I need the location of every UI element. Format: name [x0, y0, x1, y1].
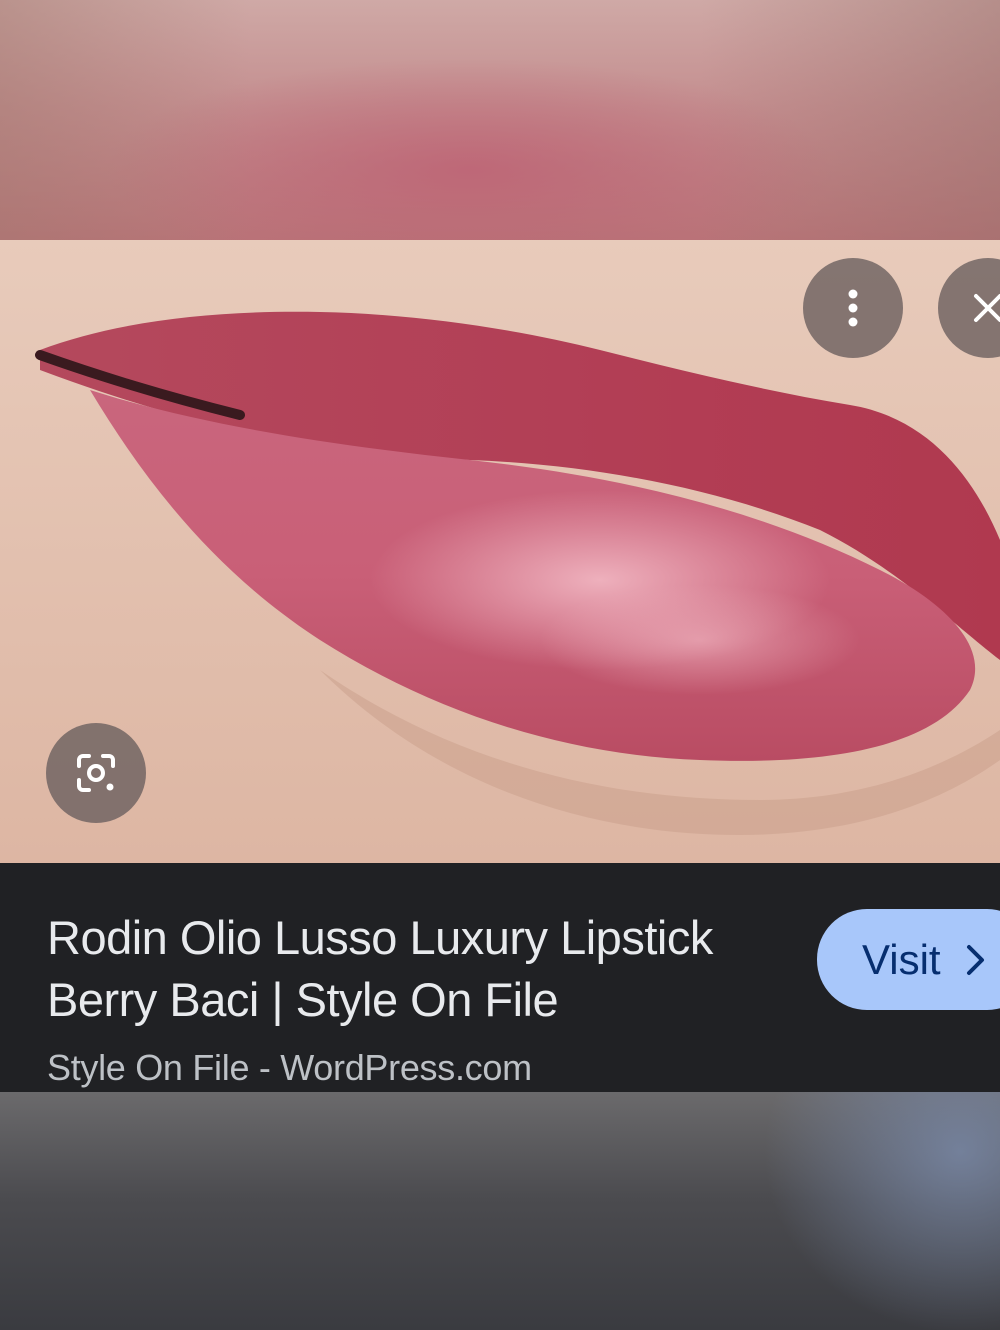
google-lens-icon — [77, 754, 115, 792]
chevron-right-icon — [966, 944, 984, 975]
result-title-line-2: Berry Baci | Style On File — [47, 973, 559, 1026]
result-source: Style On File - WordPress.com — [47, 1047, 532, 1088]
google-lens-button[interactable] — [46, 723, 146, 823]
result-title[interactable]: Rodin Olio Lusso Luxury Lipstick Berry B… — [47, 907, 807, 1031]
visit-button[interactable]: Visit — [817, 909, 1000, 1010]
blurred-background-bottom — [0, 1092, 1000, 1330]
more-vert-icon — [848, 289, 858, 327]
more-options-button[interactable] — [803, 258, 903, 358]
blurred-background-top — [0, 0, 1000, 240]
result-title-line-1: Rodin Olio Lusso Luxury Lipstick — [47, 911, 713, 964]
close-icon — [974, 294, 1000, 322]
visit-label: Visit — [862, 935, 941, 983]
